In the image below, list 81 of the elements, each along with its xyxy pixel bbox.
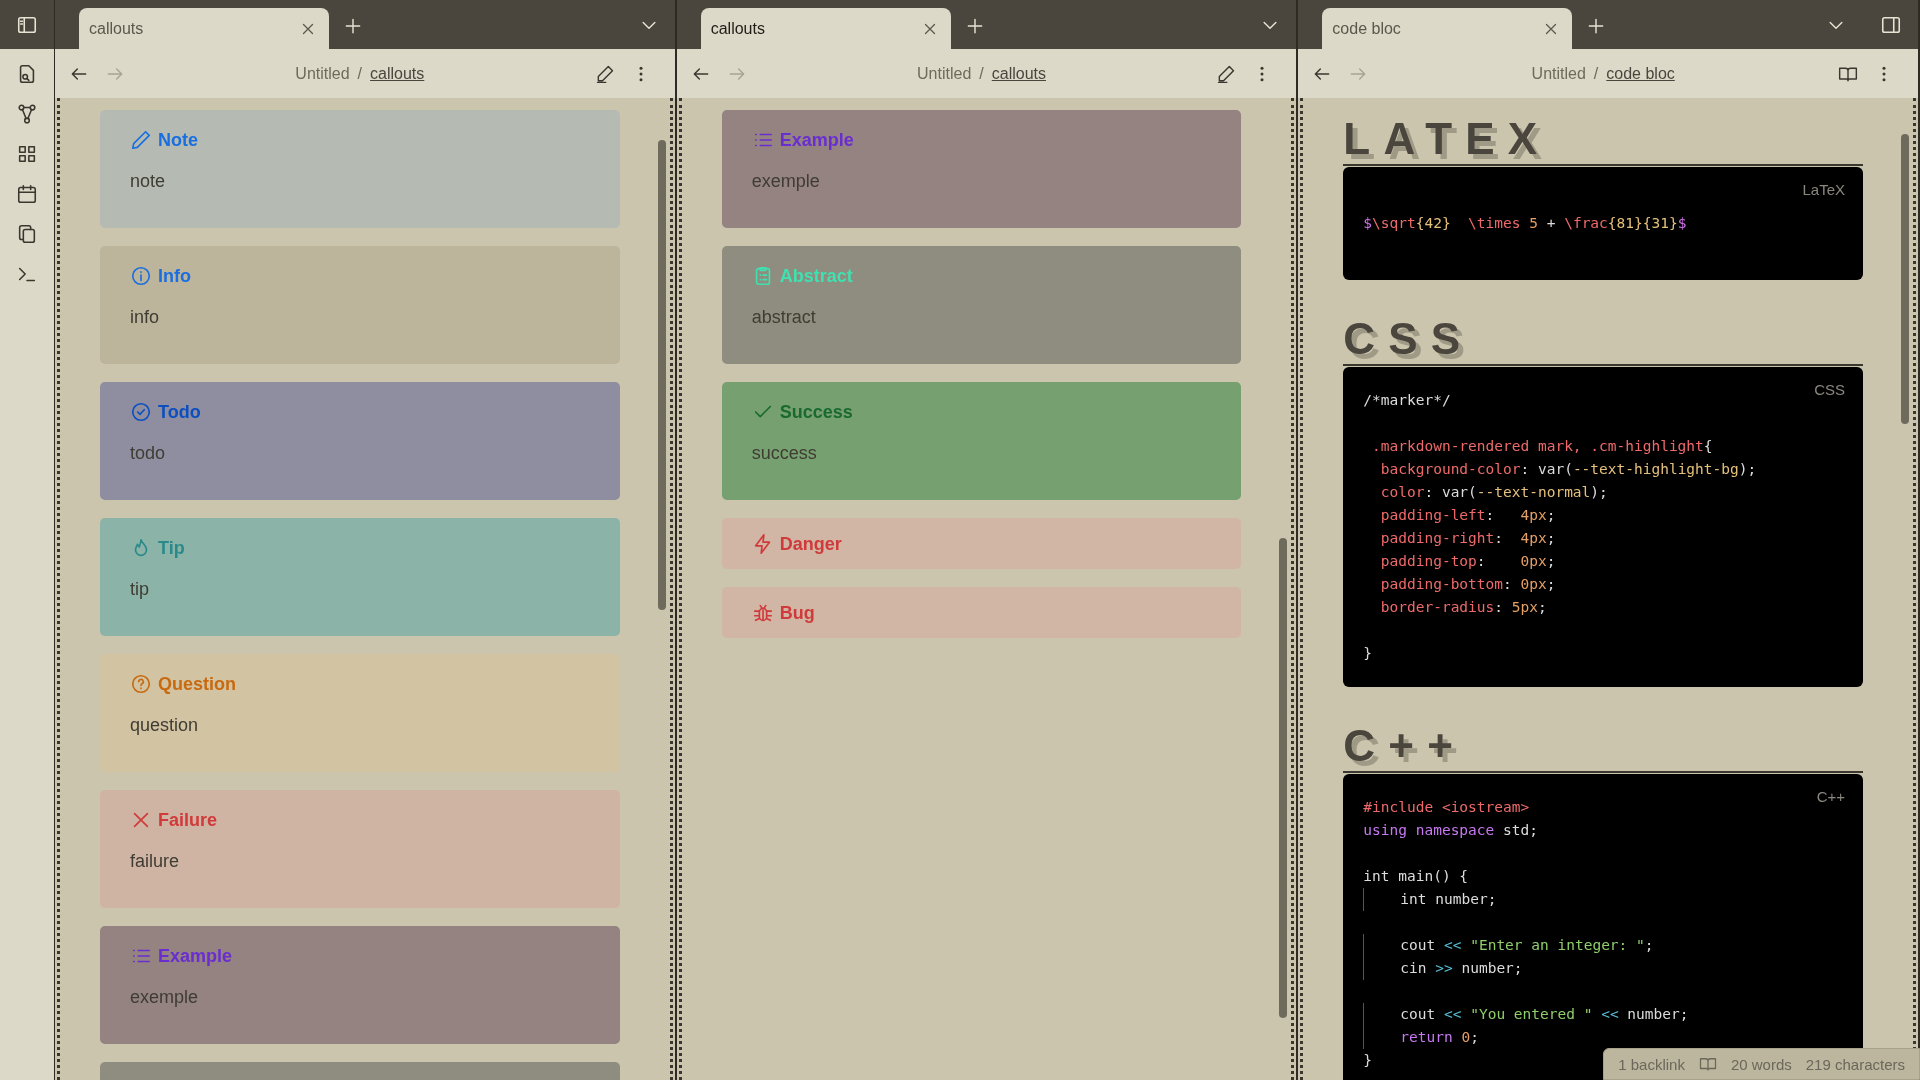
word-count: 20 words	[1730, 1055, 1792, 1073]
language-label: CSS	[1814, 381, 1845, 398]
grid-icon[interactable]	[16, 143, 38, 165]
language-label: C++	[1816, 788, 1845, 805]
code-line: color: var(--text-normal);	[1379, 483, 1608, 502]
code-line: $\sqrt{42} \times 5 + \frac{81}{31}$	[1363, 214, 1687, 233]
code-line: return 0;	[1400, 1028, 1479, 1047]
callout-title: Bug	[779, 602, 815, 624]
tab[interactable]: callouts	[700, 8, 951, 49]
callout-text: tip	[130, 578, 150, 601]
tab[interactable]: code bloc	[1322, 8, 1573, 49]
breadcrumb-separator: /	[1593, 64, 1599, 83]
callout-text: info	[130, 306, 161, 329]
breadcrumb-file[interactable]: callouts	[370, 64, 425, 83]
breadcrumb-file[interactable]: code bloc	[1606, 64, 1675, 83]
breadcrumb-file[interactable]: callouts	[991, 64, 1046, 83]
code-line: padding-right: 4px;	[1379, 529, 1556, 548]
callout-text: note	[130, 170, 167, 193]
callout-title: Question	[158, 673, 236, 695]
scrollbar-thumb[interactable]	[1279, 538, 1288, 1018]
code-line: background-color: var(--text-highlight-bg);	[1379, 460, 1757, 479]
tab[interactable]: callouts	[79, 8, 329, 49]
pencil-icon	[130, 129, 152, 151]
callout-text: exemple	[751, 170, 821, 193]
language-label: LaTeX	[1802, 181, 1845, 198]
callout-title: Example	[779, 129, 854, 151]
character-count: 219 characters	[1805, 1055, 1905, 1073]
breadcrumb-folder[interactable]: Untitled	[917, 64, 972, 83]
check-circle-icon	[130, 401, 152, 423]
callout-text: failure	[130, 850, 181, 873]
callout-text: exemple	[130, 986, 200, 1009]
callout-title: Success	[779, 401, 853, 423]
section-heading: LATEX	[1343, 114, 1551, 164]
graph-icon[interactable]	[16, 103, 38, 125]
scrollbar-thumb[interactable]	[1901, 134, 1909, 424]
code-line: border-radius: 5px;	[1379, 598, 1547, 617]
breadcrumb-separator: /	[979, 64, 984, 83]
bug-icon	[751, 602, 774, 624]
code-line: int main() {	[1363, 867, 1469, 886]
pencil-icon[interactable]	[1216, 63, 1237, 84]
breadcrumb-separator: /	[357, 64, 363, 83]
breadcrumb-folder[interactable]: Untitled	[1531, 64, 1586, 83]
backlink-count[interactable]: 1 backlink	[1618, 1055, 1685, 1073]
indent-guide	[1363, 888, 1365, 911]
section-heading: C++	[1343, 721, 1467, 771]
code-line: int number;	[1400, 890, 1497, 909]
code-line: cin >> number;	[1400, 959, 1523, 978]
callout-title: Tip	[158, 537, 185, 559]
code-line: padding-top: 0px;	[1379, 552, 1556, 571]
callout-text: question	[130, 714, 200, 737]
code-line: }	[1363, 1051, 1373, 1070]
callout-title: Example	[158, 945, 233, 967]
code-line: padding-bottom: 0px;	[1379, 575, 1556, 594]
callout-text: success	[751, 442, 818, 465]
question-icon	[130, 673, 152, 695]
tab-title: code bloc	[1332, 19, 1401, 38]
code-line: /*marker*/	[1363, 391, 1451, 410]
code-line: .markdown-rendered mark, .cm-highlight{	[1371, 437, 1713, 456]
callout-title: Note	[158, 129, 198, 151]
callout-title: Todo	[158, 401, 201, 423]
tab-title: callouts	[710, 19, 765, 38]
tab-title: callouts	[89, 19, 144, 38]
code-line: cout << "You entered " << number;	[1400, 1005, 1689, 1024]
code-line: padding-left: 4px;	[1379, 506, 1556, 525]
scrollbar-thumb[interactable]	[657, 140, 666, 610]
callout-text: todo	[130, 442, 167, 465]
callout-text: abstract	[751, 306, 817, 329]
calendar-icon[interactable]	[16, 183, 38, 205]
section-heading: CSS	[1343, 314, 1474, 364]
code-line: }	[1363, 644, 1373, 663]
breadcrumb-folder[interactable]: Untitled	[295, 64, 350, 83]
code-line: cout << "Enter an integer: ";	[1400, 936, 1654, 955]
copy-icon[interactable]	[16, 223, 38, 245]
code-line: #include <iostream>	[1363, 798, 1530, 817]
code-line: using namespace std;	[1363, 821, 1538, 840]
callout-title: Failure	[158, 809, 218, 831]
callout-title: Danger	[779, 533, 842, 555]
pencil-icon[interactable]	[594, 63, 615, 84]
callout-title: Info	[158, 265, 191, 287]
info-icon	[130, 265, 152, 287]
callout-title: Abstract	[779, 265, 853, 287]
